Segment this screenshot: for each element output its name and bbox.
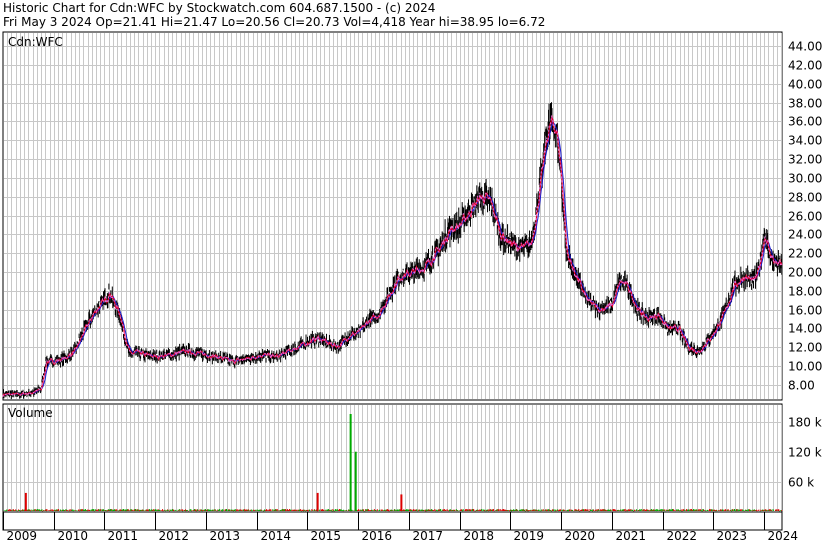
price-tick-label: 8.00 [788, 379, 815, 393]
year-label: 2019 [514, 529, 545, 543]
price-tick-label: 12.00 [788, 341, 822, 355]
price-tick-label: 42.00 [788, 59, 822, 73]
year-label: 2009 [7, 529, 38, 543]
price-tick-label: 22.00 [788, 247, 822, 261]
volume-tick-label: 180 k [788, 416, 822, 430]
price-tick-label: 36.00 [788, 115, 822, 129]
price-tick-label: 32.00 [788, 153, 822, 167]
price-tick-label: 40.00 [788, 78, 822, 92]
year-label: 2017 [413, 529, 444, 543]
price-tick-label: 28.00 [788, 191, 822, 205]
price-tick-label: 44.00 [788, 40, 822, 54]
year-label: 2018 [464, 529, 495, 543]
price-tick-label: 26.00 [788, 210, 822, 224]
year-label: 2016 [362, 529, 393, 543]
year-label: 2022 [667, 529, 698, 543]
year-label: 2013 [210, 529, 241, 543]
symbol-label: Cdn:WFC [8, 35, 63, 49]
year-label: 2020 [565, 529, 596, 543]
year-label: 2021 [616, 529, 647, 543]
date-axis [2, 511, 783, 531]
price-chart: 8.00 10.00 12.00 14.00 16.00 18.00 20.00 22.00 2… [2, 31, 822, 543]
price-tick-label: 16.00 [788, 304, 822, 318]
year-label: 2023 [717, 529, 748, 543]
year-label: 2011 [108, 529, 139, 543]
year-label: 2012 [159, 529, 190, 543]
year-label: 2015 [311, 529, 342, 543]
price-tick-label: 20.00 [788, 266, 822, 280]
price-tick-label: 10.00 [788, 360, 822, 374]
volume-tick-label: 120 k [788, 446, 822, 460]
price-tick-label: 14.00 [788, 322, 822, 336]
year-label: 2010 [58, 529, 89, 543]
price-tick-label: 38.00 [788, 97, 822, 111]
volume-label: Volume [8, 406, 53, 420]
price-tick-label: 34.00 [788, 134, 822, 148]
price-tick-label: 18.00 [788, 285, 822, 299]
year-label: 2024 [768, 529, 799, 543]
price-tick-label: 30.00 [788, 172, 822, 186]
price-tick-label: 24.00 [788, 228, 822, 242]
volume-tick-label: 60 k [788, 476, 814, 490]
year-label: 2014 [261, 529, 292, 543]
